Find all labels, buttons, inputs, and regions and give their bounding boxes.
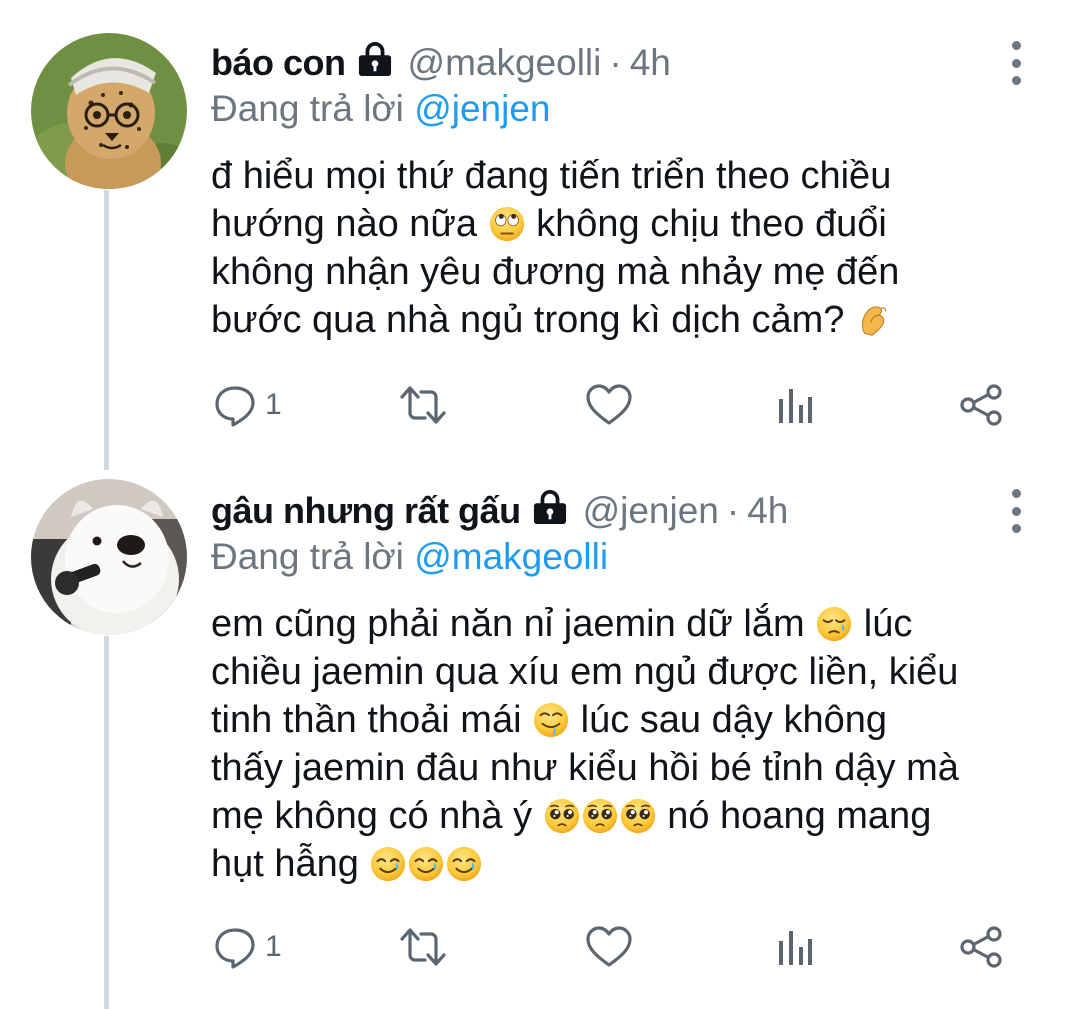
tweet-line-text: lúc (863, 603, 913, 645)
replying-to: Đang trả lời @jenjen (211, 88, 551, 130)
retweet-icon (397, 925, 449, 969)
tweet-line: hướng nào nữa không chịu theo đuổi (211, 200, 1051, 248)
replying-to: Đang trả lời @makgeolli (211, 536, 608, 578)
like-icon (585, 925, 633, 969)
reply-icon (213, 925, 257, 969)
tweet-line-text: không chịu theo đuổi (536, 203, 887, 245)
reply-button[interactable]: 1 (213, 924, 282, 970)
pinching-hand-emoji (855, 301, 893, 339)
share-button[interactable] (959, 924, 1005, 970)
like-button[interactable] (585, 924, 633, 970)
replying-label: Đang trả lời (211, 536, 415, 577)
tweet-line: đ hiểu mọi thứ đang tiến triển theo chiề… (211, 155, 892, 197)
share-button[interactable] (959, 382, 1005, 428)
smiling-face-with-tear-emoji (369, 845, 407, 883)
tweet-header: gâu nhưng rất gấu @jenjen · 4h (211, 486, 788, 536)
timestamp[interactable]: 4h (630, 42, 671, 84)
retweet-button[interactable] (397, 382, 449, 428)
pleading-face-emoji (543, 797, 581, 835)
sleepy-face-emoji (815, 605, 853, 643)
lock-icon (531, 490, 569, 533)
tweet-line-text: tinh thần thoải mái (211, 699, 522, 741)
reply-icon (213, 383, 257, 427)
tweet-line-text: nó hoang mang (667, 795, 932, 837)
tweet-line: hụt hẫng (211, 840, 1051, 888)
share-icon (959, 925, 1005, 969)
mention-link[interactable]: @jenjen (414, 88, 550, 129)
analytics-icon (775, 385, 815, 425)
tweet-line: em cũng phải năn nỉ jaemin dữ lắm lúc (211, 600, 1051, 648)
reply-count: 1 (265, 930, 282, 963)
analytics-button[interactable] (775, 924, 815, 970)
avatar[interactable] (31, 33, 187, 189)
pleading-face-emoji (581, 797, 619, 835)
retweet-button[interactable] (397, 924, 449, 970)
tweet[interactable]: báo con @makgeolli · 4h Đang trả lời @je… (0, 0, 1080, 470)
tweet-line-text: em cũng phải năn nỉ jaemin dữ lắm (211, 603, 805, 645)
retweet-icon (397, 383, 449, 427)
reply-count: 1 (265, 388, 282, 421)
tweet-line: chiều jaemin qua xíu em ngủ được liền, k… (211, 651, 959, 693)
display-name[interactable]: báo con (211, 42, 346, 84)
display-name[interactable]: gâu nhưng rất gấu (211, 490, 521, 532)
separator-dot: · (609, 42, 622, 83)
action-bar: 1 (213, 382, 1013, 432)
like-button[interactable] (585, 382, 633, 428)
analytics-icon (775, 927, 815, 967)
user-handle[interactable]: @jenjen (583, 490, 719, 532)
drooling-face-emoji (532, 701, 570, 739)
thread-line (104, 636, 109, 1009)
like-icon (585, 383, 633, 427)
more-icon[interactable] (1006, 489, 1026, 533)
replying-label: Đang trả lời (211, 88, 415, 129)
tweet-line-text: mẹ không có nhà ý (211, 795, 533, 837)
eye-roll-emoji (488, 205, 526, 243)
tweet-line: thấy jaemin đâu như kiểu hồi bé tỉnh dậy… (211, 747, 959, 789)
more-icon[interactable] (1006, 41, 1026, 85)
tweet-line: tinh thần thoải mái lúc sau dậy không (211, 696, 1051, 744)
mention-link[interactable]: @makgeolli (414, 536, 608, 577)
avatar[interactable] (31, 479, 187, 635)
tweet-line-text: hụt hẫng (211, 843, 359, 885)
tweet-line-text: bước qua nhà ngủ trong kì dịch cảm? (211, 299, 845, 341)
tweet-line: mẹ không có nhà ý nó hoang mang (211, 792, 1051, 840)
smiling-face-with-tear-emoji (445, 845, 483, 883)
tweet-header: báo con @makgeolli · 4h (211, 38, 671, 88)
tweet[interactable]: gâu nhưng rất gấu @jenjen · 4h Đang trả … (0, 470, 1080, 1009)
user-handle[interactable]: @makgeolli (408, 42, 602, 84)
thread-line (104, 190, 109, 470)
tweet-line: không nhận yêu đương mà nhảy mẹ đến (211, 251, 900, 293)
reply-button[interactable]: 1 (213, 382, 282, 428)
smiling-face-with-tear-emoji (407, 845, 445, 883)
pleading-face-emoji (619, 797, 657, 835)
timestamp[interactable]: 4h (747, 490, 788, 532)
tweet-text: em cũng phải năn nỉ jaemin dữ lắm lúc ch… (211, 600, 1051, 888)
share-icon (959, 383, 1005, 427)
action-bar: 1 (213, 924, 1013, 974)
separator-dot: · (726, 490, 740, 531)
tweet-text: đ hiểu mọi thứ đang tiến triển theo chiề… (211, 152, 1051, 344)
tweet-line-text: lúc sau dậy không (580, 699, 887, 741)
tweet-line-text: hướng nào nữa (211, 203, 477, 245)
analytics-button[interactable] (775, 382, 815, 428)
lock-icon (356, 42, 394, 85)
tweet-line: bước qua nhà ngủ trong kì dịch cảm? (211, 296, 1051, 344)
